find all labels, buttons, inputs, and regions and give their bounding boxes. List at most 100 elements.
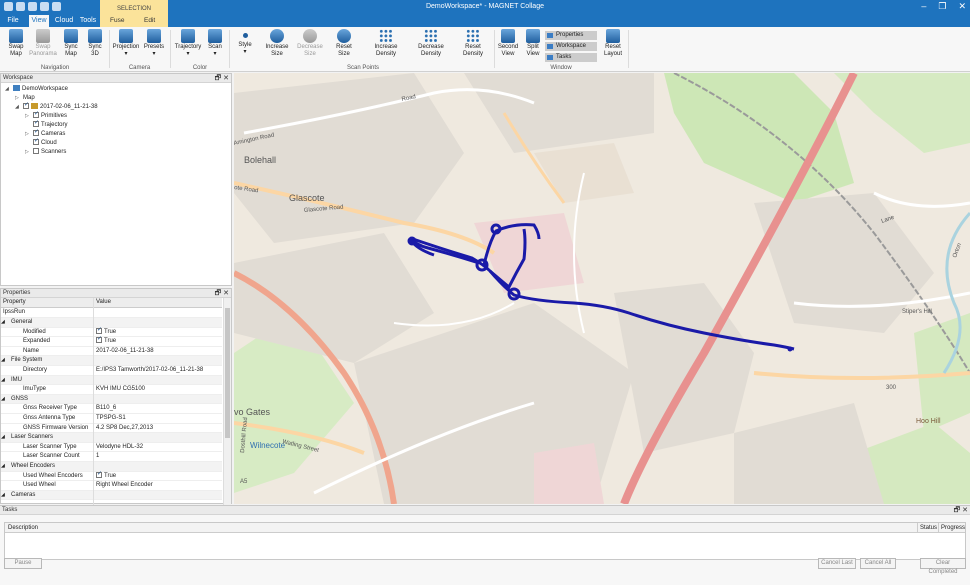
sync-map-button[interactable]: Sync Map	[61, 29, 81, 58]
increase-density-button[interactable]: Increase Density	[371, 29, 401, 58]
tab-fuse[interactable]: Fuse	[110, 17, 124, 24]
property-row[interactable]: Laser Scanner Type Velodyne HDL-32	[1, 443, 222, 453]
property-value[interactable]: True	[96, 335, 116, 347]
tree-node-root[interactable]: DemoWorkspace	[13, 85, 68, 93]
property-value[interactable]: B110_6	[96, 404, 116, 414]
collapse-icon[interactable]: ◢	[1, 319, 5, 325]
property-category[interactable]: ◢ General	[1, 318, 222, 328]
collapse-icon[interactable]: ◢	[1, 357, 5, 363]
tab-edit[interactable]: Edit	[144, 17, 155, 24]
property-value[interactable]: 1	[96, 452, 99, 462]
reset-size-button[interactable]: Reset Size	[331, 29, 357, 58]
window-toggle-tasks[interactable]: Tasks	[545, 53, 597, 62]
cameras-checkbox[interactable]	[33, 128, 39, 136]
second-view-button[interactable]: Second View	[497, 29, 519, 58]
map-canvas[interactable]: Bolehall Glascote Glascote Road ote Road…	[234, 73, 970, 504]
expand-icon[interactable]: ▷	[25, 131, 29, 137]
pause-button[interactable]: Pause	[4, 558, 42, 569]
property-row[interactable]: Expanded True	[1, 335, 222, 347]
property-row[interactable]: GNSS Firmware Version 4.2 SP8 Dec,27,2013	[1, 424, 222, 434]
column-divider[interactable]	[93, 298, 94, 505]
properties-scrollbar[interactable]	[223, 298, 231, 505]
property-category-label: Laser Scanners	[11, 434, 54, 441]
cancel-last-button[interactable]: Cancel Last	[818, 558, 856, 569]
scroll-thumb[interactable]	[225, 308, 230, 438]
collapse-icon[interactable]: ◢	[1, 396, 5, 402]
close-button[interactable]: ✕	[958, 1, 966, 12]
property-value[interactable]: Velodyne HDL-32	[96, 443, 143, 453]
split-view-button[interactable]: Split View	[523, 29, 543, 58]
property-value[interactable]: True	[96, 470, 116, 482]
property-row[interactable]: Used Wheel Right Wheel Encoder	[1, 481, 222, 491]
collapse-icon[interactable]: ◢	[1, 377, 5, 383]
property-category[interactable]: ◢ Laser Scanners	[1, 433, 222, 443]
property-value[interactable]: 4.2 SP8 Dec,27,2013	[96, 424, 153, 434]
property-value[interactable]: TPSPG-S1	[96, 414, 126, 424]
property-category[interactable]: ◢ Wheel Encoders	[1, 462, 222, 472]
collapse-icon[interactable]: ◢	[15, 104, 19, 110]
maximize-button[interactable]: ❐	[938, 1, 946, 12]
property-value[interactable]: E:/IPS3 Tamworth/2017-02-06_11-21-38	[96, 366, 203, 376]
reset-layout-button[interactable]: Reset Layout	[602, 29, 624, 58]
scanners-checkbox[interactable]	[33, 148, 39, 154]
expand-icon[interactable]: ▷	[25, 113, 29, 119]
property-row[interactable]: Laser Scanner Count 1	[1, 452, 222, 462]
projection-button[interactable]: Projection ▾	[112, 29, 140, 58]
pin-close-icon[interactable]: 🗗 ✕	[954, 506, 968, 515]
property-row[interactable]: Directory E:/IPS3 Tamworth/2017-02-06_11-…	[1, 366, 222, 376]
property-category[interactable]: ◢ Cameras	[1, 490, 222, 501]
scan-color-button[interactable]: Scan ▾	[205, 29, 225, 58]
style-button[interactable]: Style ▾	[234, 29, 256, 56]
property-row[interactable]: Gnss Antenna Type TPSPG-S1	[1, 414, 222, 424]
tab-tools[interactable]: Tools	[78, 15, 98, 27]
decrease-density-button[interactable]: Decrease Density	[415, 29, 447, 58]
property-category[interactable]: ◢ File System	[1, 356, 222, 366]
trajectory-color-button[interactable]: Trajectory ▾	[174, 29, 202, 58]
cloud-checkbox[interactable]	[33, 137, 39, 145]
primitives-checkbox[interactable]	[33, 110, 39, 118]
presets-button[interactable]: Presets ▾	[143, 29, 165, 58]
cancel-all-button[interactable]: Cancel All	[860, 558, 896, 569]
property-row[interactable]: Modified True	[1, 326, 222, 338]
window-toggle-properties[interactable]: Properties	[545, 31, 597, 40]
collapse-icon[interactable]: ◢	[1, 434, 5, 440]
property-category[interactable]: ◢ GNSS	[1, 394, 222, 405]
clear-completed-button[interactable]: Clear Completed	[920, 558, 966, 575]
pin-close-icon[interactable]: 🗗 ✕	[215, 74, 229, 83]
property-value[interactable]: 2017-02-06_11-21-38	[96, 347, 154, 357]
tab-file[interactable]: File	[3, 15, 23, 27]
property-row[interactable]: Used Wheel Encoders True	[1, 470, 222, 482]
swap-map-label: Swap Map	[8, 44, 24, 57]
sync-3d-button[interactable]: Sync 3D	[85, 29, 105, 58]
run-checkbox[interactable]	[23, 101, 29, 109]
property-checkbox[interactable]	[96, 470, 102, 479]
collapse-icon[interactable]: ◢	[1, 463, 5, 469]
property-row[interactable]: Gnss Receiver Type B110_6	[1, 404, 222, 414]
property-row[interactable]: ImuType KVH IMU CG5100	[1, 385, 222, 395]
sync-map-icon	[64, 29, 78, 43]
collapse-icon[interactable]: ◢	[5, 86, 9, 92]
swap-map-button[interactable]: Swap Map	[5, 29, 27, 58]
collapse-icon[interactable]: ◢	[1, 492, 5, 498]
pin-close-icon[interactable]: 🗗 ✕	[215, 289, 229, 298]
expand-icon[interactable]: ▷	[25, 149, 29, 155]
expand-icon[interactable]: ▷	[15, 95, 19, 101]
trajectory-checkbox[interactable]	[33, 119, 39, 127]
increase-size-button[interactable]: Increase Size	[264, 29, 290, 58]
swap-panorama-icon	[36, 29, 50, 43]
reset-density-button[interactable]: Reset Density	[458, 29, 488, 58]
tree-node-scanners[interactable]: Scanners	[33, 148, 66, 156]
map-view[interactable]: Bolehall Glascote Glascote Road ote Road…	[234, 73, 970, 504]
property-value[interactable]: KVH IMU CG5100	[96, 385, 145, 395]
tree-node-cloud[interactable]: Cloud	[33, 137, 57, 147]
property-checkbox[interactable]	[96, 335, 102, 345]
property-value[interactable]: Right Wheel Encoder	[96, 481, 153, 491]
minimize-button[interactable]: –	[921, 1, 926, 12]
property-row[interactable]: Name 2017-02-06_11-21-38	[1, 347, 222, 357]
property-category[interactable]: ◢ IMU	[1, 375, 222, 386]
window-toggle-workspace[interactable]: Workspace	[545, 42, 597, 51]
tab-cloud[interactable]: Cloud	[54, 15, 74, 27]
property-checkbox[interactable]	[96, 326, 102, 335]
tab-view[interactable]: View	[29, 15, 49, 27]
tasks-header: Tasks 🗗 ✕	[0, 506, 970, 515]
